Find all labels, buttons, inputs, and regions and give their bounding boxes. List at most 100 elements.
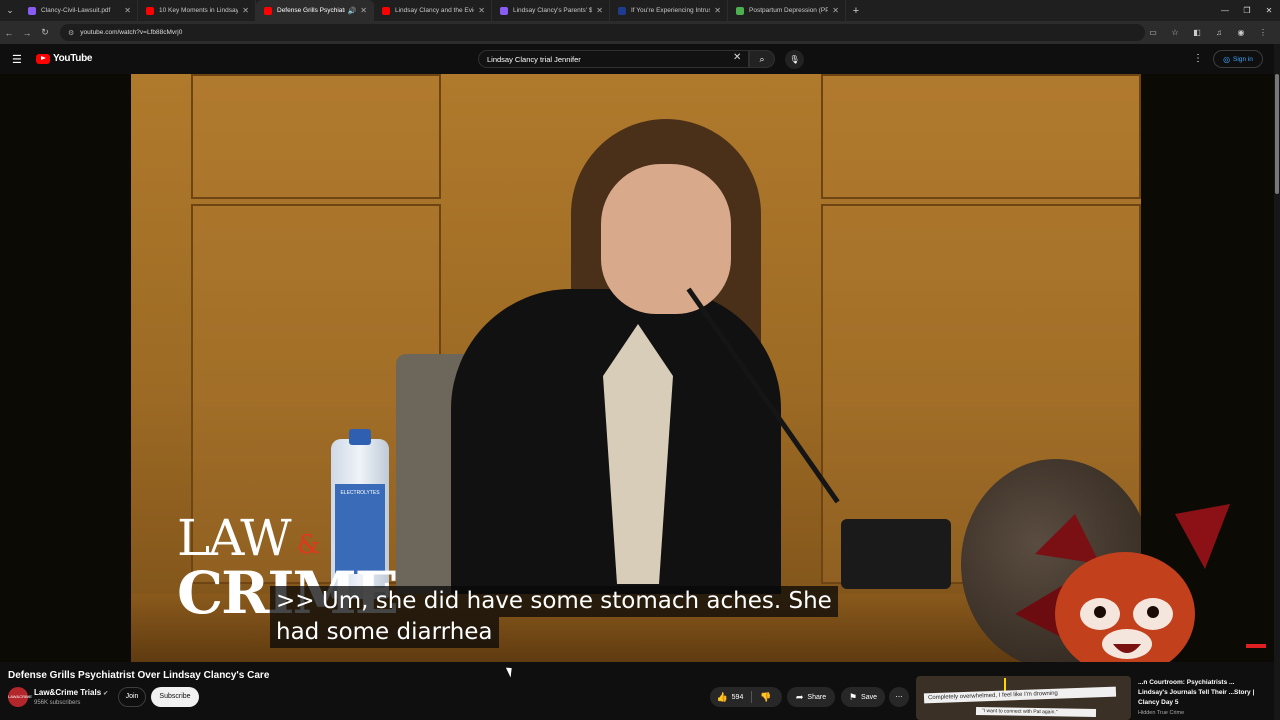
- brand-law: LAW: [177, 509, 292, 567]
- browser-menu-icon[interactable]: ⋮: [1252, 28, 1274, 37]
- microphone-icon: 🎙: [789, 55, 800, 64]
- channel-name-text: Law&Crime Trials: [34, 688, 102, 697]
- thumbnail-text: "I want to connect with Pat again.": [975, 706, 1097, 718]
- close-window-icon[interactable]: ✕: [1258, 0, 1280, 21]
- youtube-favicon-icon: [382, 6, 390, 15]
- close-icon[interactable]: ✕: [714, 6, 721, 15]
- share-label: Share: [807, 693, 827, 701]
- toolbar-icons: ▭ ☆ ◧ ♫ ◉ ⋮: [1142, 21, 1274, 44]
- browser-tab-bar: ⌄ Clancy-Civil-Lawsuit.pdf ✕ 10 Key Mome…: [0, 0, 1280, 21]
- window-controls: — ❐ ✕: [1214, 0, 1280, 21]
- url-text: youtube.com/watch?v=Lfb88cMvrj0: [80, 29, 183, 36]
- search-box: [478, 50, 749, 68]
- sign-in-button[interactable]: ◎ Sign in: [1213, 50, 1263, 68]
- logo-text: YouTube: [53, 53, 93, 64]
- channel-name[interactable]: Law&Crime Trials ✔: [34, 688, 108, 697]
- scrollbar-thumb[interactable]: [1275, 74, 1279, 194]
- subscribe-button[interactable]: Subscribe: [151, 687, 199, 707]
- youtube-logo[interactable]: YouTube: [36, 53, 93, 64]
- share-icon: ➦: [795, 691, 804, 702]
- tab-4[interactable]: Lindsay Clancy's Parents' $1 Mi ✕: [492, 0, 610, 21]
- extensions-icon[interactable]: ◧: [1186, 28, 1208, 37]
- tab-5[interactable]: If You're Experiencing Intrusive ✕: [610, 0, 728, 21]
- site-favicon-icon: [618, 6, 626, 15]
- like-icon[interactable]: 👍: [716, 692, 727, 703]
- closed-captions: >> Um, she did have some stomach aches. …: [270, 586, 838, 648]
- video-player[interactable]: ELECTROLYTES LAW & CRIME >> Um, she did …: [0, 74, 1274, 662]
- tab-0[interactable]: Clancy-Civil-Lawsuit.pdf ✕: [20, 0, 138, 21]
- tab-title: If You're Experiencing Intrusive: [631, 7, 710, 14]
- address-bar: ← → ↻ ⚙ youtube.com/watch?v=Lfb88cMvrj0 …: [0, 21, 1280, 44]
- close-icon[interactable]: ✕: [360, 6, 367, 15]
- search-button[interactable]: ⌕: [749, 50, 775, 68]
- close-icon[interactable]: ✕: [832, 6, 839, 15]
- clear-search-icon[interactable]: ✕: [733, 52, 741, 63]
- close-icon[interactable]: ✕: [596, 6, 603, 15]
- bookmark-star-icon[interactable]: ☆: [1164, 28, 1186, 37]
- page-scrollbar[interactable]: [1274, 44, 1280, 720]
- speaker-icon[interactable]: 🔊: [348, 7, 357, 15]
- join-button[interactable]: Join: [118, 687, 146, 707]
- dislike-icon[interactable]: 👎: [760, 692, 771, 703]
- wall-panel: [191, 74, 441, 199]
- forward-icon[interactable]: →: [18, 28, 36, 38]
- recommended-video-thumbnail[interactable]: Completely overwhelmed, I feel like I'm …: [916, 676, 1131, 720]
- cast-icon[interactable]: ▭: [1142, 28, 1164, 37]
- back-icon[interactable]: ←: [0, 28, 18, 38]
- youtube-play-icon: [36, 53, 50, 64]
- tab-search-icon[interactable]: ⌄: [0, 0, 20, 21]
- like-count[interactable]: 594: [732, 694, 744, 701]
- save-button[interactable]: ⚑ Save: [841, 687, 885, 707]
- wall-panel: [821, 74, 1141, 199]
- witness-face: [601, 164, 731, 314]
- more-actions-button[interactable]: ⋯: [889, 687, 909, 707]
- more-options-icon[interactable]: ⋮: [1193, 53, 1203, 64]
- caption-line: had some diarrhea: [270, 617, 499, 648]
- close-icon[interactable]: ✕: [242, 6, 249, 15]
- tab-1[interactable]: 10 Key Moments in Lindsay Cla ✕: [138, 0, 256, 21]
- profile-icon[interactable]: ◉: [1230, 28, 1252, 37]
- search-input[interactable]: [487, 54, 727, 64]
- site-info-icon[interactable]: ⚙: [68, 29, 74, 37]
- tab-title: Postpartum Depression (PPD): [749, 7, 829, 14]
- youtube-header: ☰ YouTube ✕ ⌕ 🎙 ⋮ ◎ Sign in: [0, 44, 1280, 74]
- tab-6[interactable]: Postpartum Depression (PPD) ✕: [728, 0, 846, 21]
- red-panda-mascot-overlay: [1015, 504, 1230, 662]
- youtube-favicon-icon: [146, 6, 154, 15]
- tab-3[interactable]: Lindsay Clancy and the Evidenc ✕: [374, 0, 492, 21]
- divider: [751, 691, 753, 703]
- pdf-favicon-icon: [500, 6, 508, 15]
- tab-2-active[interactable]: Defense Grills Psychiatrist O 🔊 ✕: [256, 0, 374, 21]
- brand-ampersand: &: [297, 530, 321, 560]
- youtube-favicon-icon: [264, 6, 272, 15]
- channel-avatar[interactable]: LAW&CRIME: [8, 687, 32, 707]
- share-button[interactable]: ➦ Share: [787, 687, 835, 707]
- save-label: Save: [861, 693, 878, 701]
- minimize-icon[interactable]: —: [1214, 0, 1236, 21]
- search-icon: ⌕: [759, 54, 765, 64]
- tab-title: 10 Key Moments in Lindsay Cla: [159, 7, 239, 14]
- url-field[interactable]: ⚙ youtube.com/watch?v=Lfb88cMvrj0: [60, 24, 1145, 41]
- new-tab-icon[interactable]: +: [846, 5, 866, 17]
- recommended-video-title[interactable]: ...n Courtroom: Psychiatrists ... Lindsa…: [1138, 678, 1258, 708]
- voice-search-button[interactable]: 🎙: [785, 50, 804, 69]
- media-icon[interactable]: ♫: [1208, 28, 1230, 37]
- sign-in-label: Sign in: [1233, 55, 1253, 63]
- tab-title: Lindsay Clancy and the Evidenc: [395, 7, 474, 14]
- menu-icon[interactable]: ☰: [12, 53, 22, 66]
- subscriber-count: 956K subscribers: [34, 700, 81, 706]
- caption-line: >> Um, she did have some stomach aches. …: [270, 586, 838, 617]
- close-icon[interactable]: ✕: [478, 6, 485, 15]
- live-indicator: [1246, 644, 1266, 648]
- tab-title: Defense Grills Psychiatrist O: [277, 7, 345, 14]
- video-title: Defense Grills Psychiatrist Over Lindsay…: [8, 670, 270, 681]
- account-icon: ◎: [1223, 54, 1231, 64]
- thumbnail-text: Completely overwhelmed, I feel like I'm …: [923, 686, 1117, 704]
- close-icon[interactable]: ✕: [124, 6, 131, 15]
- video-meta: Defense Grills Psychiatrist Over Lindsay…: [0, 662, 1274, 720]
- bookmark-icon: ⚑: [848, 691, 858, 702]
- restore-icon[interactable]: ❐: [1236, 0, 1258, 21]
- reload-icon[interactable]: ↻: [36, 27, 54, 38]
- recommended-channel: Hidden True Crime: [1138, 710, 1185, 716]
- tab-title: Clancy-Civil-Lawsuit.pdf: [41, 7, 111, 14]
